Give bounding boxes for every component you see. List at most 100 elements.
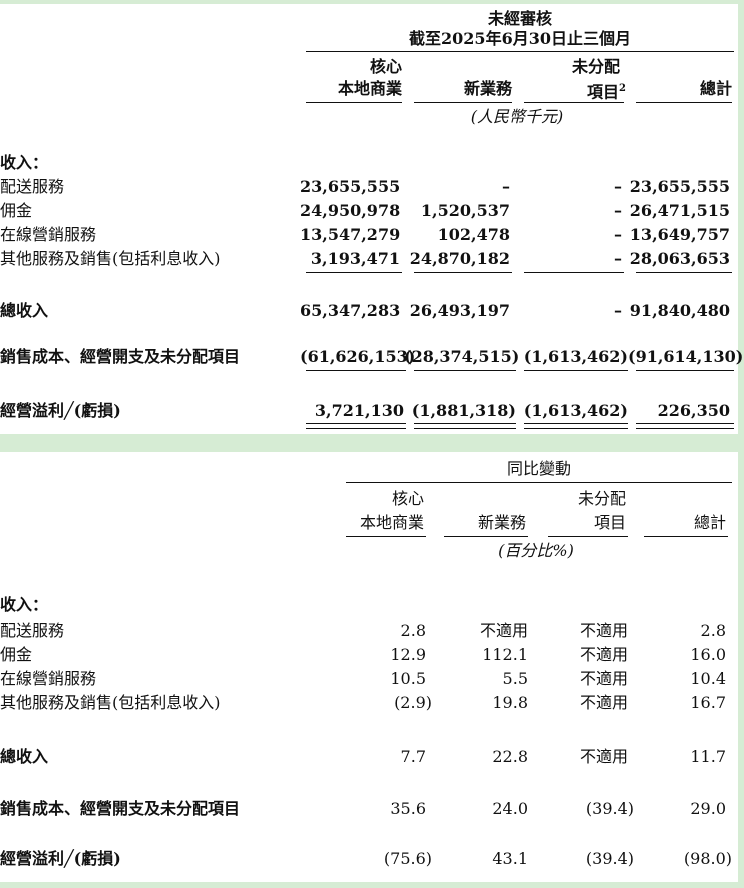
cell-new: 26,493,197: [409, 301, 510, 320]
subtotal-rule: [414, 272, 512, 273]
col-rule: [444, 536, 528, 537]
cell-unalloc: (1,613,462): [523, 401, 628, 420]
cell-core: 13,547,279: [300, 225, 401, 244]
cell-core: 23,655,555: [300, 177, 401, 196]
cell-unalloc: –: [614, 201, 622, 220]
cell-total: 16.0: [690, 645, 726, 664]
cell-unalloc: 不適用: [579, 693, 628, 712]
cell-total: 13,649,757: [629, 225, 730, 244]
col-rule: [524, 102, 624, 103]
cell-new: (1,881,318): [411, 401, 516, 420]
revenue-label: 收入：: [0, 153, 49, 172]
cell-total: 28,063,653: [629, 249, 730, 268]
col-rule: [548, 536, 628, 537]
cell-total: 11.7: [690, 747, 726, 766]
revenue-label: 收入：: [0, 595, 49, 614]
cost-label: 銷售成本、經營開支及未分配項目: [0, 799, 241, 818]
cell-total: (98.0): [683, 849, 732, 868]
col-header-core-l1: 核心: [369, 57, 402, 76]
row-label: 配送服務: [0, 177, 65, 196]
cell-unalloc: –: [614, 225, 622, 244]
double-rule: [636, 423, 734, 429]
subtotal-rule: [306, 370, 406, 371]
cell-core: 10.5: [390, 669, 426, 688]
cell-core: 2.8: [400, 621, 426, 640]
cell-new: 19.8: [492, 693, 528, 712]
header-title: 同比變動: [506, 459, 571, 478]
row-label: 在線營銷服務: [0, 225, 97, 244]
cell-core: 65,347,283: [300, 301, 401, 320]
cell-new: 1,520,537: [420, 201, 510, 220]
header-period: 截至2025年6月30日止三個月: [409, 29, 631, 48]
subtotal-rule: [636, 272, 732, 273]
cell-core: 35.6: [390, 799, 426, 818]
cell-total: 226,350: [657, 401, 730, 420]
operating-profit-label: 經營溢利╱(虧損): [0, 849, 121, 868]
cell-core: 7.7: [400, 747, 426, 766]
col-header-total: 總計: [693, 513, 726, 532]
col-header-total: 總計: [699, 79, 732, 98]
cell-unalloc: (1,613,462): [523, 347, 628, 366]
header-rule: [306, 51, 734, 52]
row-label: 在線營銷服務: [0, 669, 97, 688]
double-rule: [414, 423, 516, 429]
cell-new: 102,478: [437, 225, 510, 244]
header-rule: [346, 482, 732, 483]
row-label: 其他服務及銷售(包括利息收入): [0, 693, 221, 712]
cell-new: –: [502, 177, 510, 196]
col-header-unalloc-l2: 項目: [593, 513, 626, 532]
cell-unalloc: (39.4): [585, 849, 634, 868]
col-rule: [346, 536, 426, 537]
cell-unalloc: 不適用: [579, 747, 628, 766]
col-header-core-l2: 本地商業: [359, 513, 424, 532]
cell-total: 16.7: [690, 693, 726, 712]
unit-label: (百分比%): [498, 541, 574, 560]
col-rule: [644, 536, 728, 537]
cell-total: 23,655,555: [629, 177, 730, 196]
row-label: 佣金: [0, 201, 33, 220]
cell-new: 22.8: [492, 747, 528, 766]
cell-core: (75.6): [383, 849, 432, 868]
cell-new: (28,374,515): [404, 347, 520, 366]
cell-total: 29.0: [690, 799, 726, 818]
cell-total: 2.8: [700, 621, 726, 640]
cell-core: (2.9): [394, 693, 432, 712]
cell-unalloc: –: [614, 177, 622, 196]
cell-core: (61,626,153): [300, 347, 416, 366]
cell-core: 12.9: [390, 645, 426, 664]
subtotal-rule: [524, 272, 624, 273]
cell-unalloc: 不適用: [579, 621, 628, 640]
cell-total: 91,840,480: [629, 301, 730, 320]
cell-unalloc: –: [614, 249, 622, 268]
col-rule: [636, 102, 732, 103]
cost-label: 銷售成本、經營開支及未分配項目: [0, 347, 241, 366]
subtotal-rule: [524, 370, 628, 371]
col-rule: [414, 102, 512, 103]
cell-new: 24,870,182: [409, 249, 510, 268]
cell-new: 112.1: [482, 645, 528, 664]
cell-new: 不適用: [479, 621, 528, 640]
cell-new: 5.5: [502, 669, 528, 688]
unit-label: (人民幣千元): [470, 107, 564, 126]
cell-new: 24.0: [492, 799, 528, 818]
col-header-unalloc-l1: 未分配: [571, 57, 620, 76]
operating-profit-label: 經營溢利╱(虧損): [0, 401, 121, 420]
cell-core: 3,721,130: [314, 401, 404, 420]
col-header-unalloc-l2: 項目2: [587, 82, 626, 102]
cell-unalloc: 不適用: [579, 669, 628, 688]
cell-total: 26,471,515: [629, 201, 730, 220]
table-unaudited-segment-results: 未經審核 截至2025年6月30日止三個月 核心 本地商業 新業務 未分配 項目…: [0, 4, 744, 434]
footnote-marker: 2: [619, 83, 626, 94]
cell-core: 3,193,471: [310, 249, 400, 268]
row-label: 其他服務及銷售(包括利息收入): [0, 249, 221, 268]
subtotal-rule: [414, 370, 516, 371]
col-header-core-l2: 本地商業: [337, 79, 402, 98]
subtotal-rule: [306, 272, 402, 273]
col-rule: [306, 102, 402, 103]
cell-unalloc: 不適用: [579, 645, 628, 664]
cell-total: 10.4: [690, 669, 726, 688]
total-revenue-label: 總收入: [0, 301, 49, 320]
total-revenue-label: 總收入: [0, 747, 49, 766]
row-label: 配送服務: [0, 621, 65, 640]
cell-total: (91,614,130): [628, 347, 744, 366]
